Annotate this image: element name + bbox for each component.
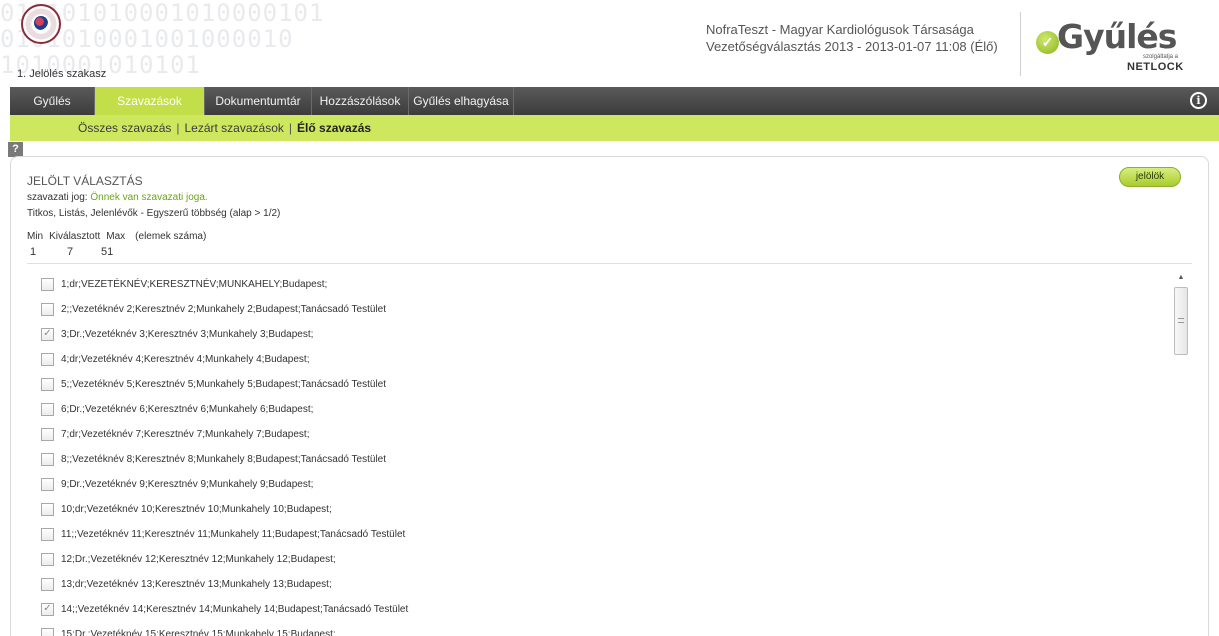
candidate-row[interactable]: 4;dr;Vezetéknév 4;Keresztnév 4;Munkahely… bbox=[41, 347, 310, 371]
scrollbar-thumb[interactable] bbox=[1174, 287, 1188, 355]
candidate-label: 5;;Vezetéknév 5;Keresztnév 5;Munkahely 5… bbox=[61, 378, 387, 390]
subnav-all-votes[interactable]: Összes szavazás bbox=[78, 121, 171, 135]
candidate-row[interactable]: 10;dr;Vezetéknév 10;Keresztnév 10;Munkah… bbox=[41, 497, 332, 521]
candidate-label: 13;dr;Vezetéknév 13;Keresztnév 13;Munkah… bbox=[61, 578, 332, 590]
candidate-row[interactable]: 6;Dr.;Vezetéknév 6;Keresztnév 6;Munkahel… bbox=[41, 397, 313, 421]
subnav-separator: | bbox=[288, 121, 293, 135]
candidate-row[interactable]: 15;Dr.;Vezetéknév 15;Keresztnév 15;Munka… bbox=[41, 622, 336, 636]
candidate-row[interactable]: 9;Dr.;Vezetéknév 9;Keresztnév 9;Munkahel… bbox=[41, 472, 313, 496]
candidate-row[interactable]: 14;;Vezetéknév 14;Keresztnév 14;Munkahel… bbox=[41, 597, 408, 621]
subnav-closed-votes[interactable]: Lezárt szavazások bbox=[185, 121, 284, 135]
candidate-checkbox[interactable] bbox=[41, 302, 54, 316]
check-icon: ✓ bbox=[1036, 31, 1059, 54]
candidate-row[interactable]: 7;dr;Vezetéknév 7;Keresztnév 7;Munkahely… bbox=[41, 422, 310, 446]
candidate-row[interactable]: 8;;Vezetéknév 8;Keresztnév 8;Munkahely 8… bbox=[41, 447, 386, 471]
candidate-row[interactable]: 1;dr;VEZETÉKNÉV;KERESZTNÉV;MUNKAHELY;Bud… bbox=[41, 272, 327, 296]
candidate-label: 1;dr;VEZETÉKNÉV;KERESZTNÉV;MUNKAHELY;Bud… bbox=[61, 278, 328, 290]
vote-right-info: szavazati jog: Önnek van szavazati joga. bbox=[27, 192, 208, 203]
tab-documents[interactable]: Dokumentumtár bbox=[205, 87, 312, 115]
selected-header: Kiválasztott bbox=[49, 231, 101, 242]
main-nav: Gyűlés Szavazások Dokumentumtár Hozzászó… bbox=[10, 87, 1219, 115]
phase-label: 1. Jelölés szakasz bbox=[17, 68, 107, 80]
max-header: Max bbox=[106, 231, 126, 242]
candidate-label: 15;Dr.;Vezetéknév 15;Keresztnév 15;Munka… bbox=[61, 628, 336, 636]
min-header: Min bbox=[27, 231, 44, 242]
candidate-checkbox[interactable] bbox=[41, 377, 54, 391]
meeting-session: Vezetőségválasztás 2013 - 2013-01-07 11:… bbox=[706, 39, 998, 54]
candidate-list-scrollbar[interactable]: ▲ bbox=[1174, 272, 1188, 636]
candidate-checkbox[interactable] bbox=[41, 577, 54, 591]
tab-leave-meeting[interactable]: Gyűlés elhagyása bbox=[409, 87, 514, 115]
candidate-checkbox[interactable] bbox=[41, 477, 54, 491]
candidate-checkbox[interactable] bbox=[41, 427, 54, 441]
meeting-organization: NofraTeszt - Magyar Kardiológusok Társas… bbox=[706, 22, 974, 37]
candidate-label: 3;Dr.;Vezetéknév 3;Keresztnév 3;Munkahel… bbox=[61, 328, 314, 340]
tab-comments[interactable]: Hozzászólások bbox=[312, 87, 409, 115]
brand-provider-label: szolgáltatja a bbox=[1142, 54, 1178, 60]
sub-nav: Összes szavazás | Lezárt szavazások | Élő sz… bbox=[10, 115, 1219, 141]
nominees-button[interactable]: jelölök bbox=[1119, 167, 1181, 187]
candidate-list: 1;dr;VEZETÉKNÉV;KERESZTNÉV;MUNKAHELY;Bud… bbox=[41, 272, 1171, 636]
grip-icon bbox=[1178, 318, 1184, 323]
candidate-checkbox[interactable] bbox=[41, 627, 54, 636]
candidate-label: 11;;Vezetéknév 11;Keresztnév 11;Munkahel… bbox=[61, 528, 406, 540]
vote-right-label: szavazati jog: bbox=[27, 192, 88, 203]
netlock-wordmark: NETLOCK bbox=[1127, 61, 1184, 73]
scroll-up-arrow-icon[interactable]: ▲ bbox=[1174, 272, 1188, 284]
society-seal-icon bbox=[21, 4, 61, 44]
vote-type: Titkos, Listás, Jelenlévők - Egyszerű tö… bbox=[27, 208, 281, 219]
selected-value: 7 bbox=[67, 246, 74, 258]
candidate-row[interactable]: 5;;Vezetéknév 5;Keresztnév 5;Munkahely 5… bbox=[41, 372, 386, 396]
candidate-label: 7;dr;Vezetéknév 7;Keresztnév 7;Munkahely… bbox=[61, 428, 310, 440]
vote-right-value: Önnek van szavazati joga. bbox=[90, 192, 208, 203]
subnav-live-vote[interactable]: Élő szavazás bbox=[297, 121, 371, 135]
candidate-label: 8;;Vezetéknév 8;Keresztnév 8;Munkahely 8… bbox=[61, 453, 387, 465]
info-icon[interactable]: i bbox=[1190, 92, 1207, 109]
candidate-checkbox[interactable] bbox=[41, 527, 54, 541]
candidate-label: 14;;Vezetéknév 14;Keresztnév 14;Munkahel… bbox=[61, 603, 409, 615]
candidate-checkbox[interactable] bbox=[41, 502, 54, 516]
app-header: 010101010001010000101 010101000100100001… bbox=[0, 0, 1219, 84]
tab-votes[interactable]: Szavazások bbox=[95, 87, 205, 115]
candidate-row[interactable]: 3;Dr.;Vezetéknév 3;Keresztnév 3;Munkahel… bbox=[41, 322, 313, 346]
candidate-label: 12;Dr.;Vezetéknév 12;Keresztnév 12;Munka… bbox=[61, 553, 336, 565]
tab-meeting[interactable]: Gyűlés bbox=[10, 87, 95, 115]
selection-limits-header: Min Kiválasztott Max (elemek száma) bbox=[27, 231, 206, 242]
subnav-separator: | bbox=[176, 121, 180, 135]
candidate-label: 4;dr;Vezetéknév 4;Keresztnév 4;Munkahely… bbox=[61, 353, 310, 365]
panel-divider bbox=[27, 263, 1192, 264]
items-count-note: (elemek száma) bbox=[135, 231, 207, 242]
candidate-label: 10;dr;Vezetéknév 10;Keresztnév 10;Munkah… bbox=[61, 503, 332, 515]
ballot-title: JELÖLT VÁLASZTÁS bbox=[27, 174, 143, 188]
brand-name: Gyűlés bbox=[1057, 17, 1177, 56]
gyules-logo: ✓ Gyűlés szolgáltatja a NETLOCK bbox=[1036, 18, 1186, 76]
candidate-row[interactable]: 13;dr;Vezetéknév 13;Keresztnév 13;Munkah… bbox=[41, 572, 332, 596]
candidate-row[interactable]: 2;;Vezetéknév 2;Keresztnév 2;Munkahely 2… bbox=[41, 297, 386, 321]
candidate-checkbox[interactable] bbox=[41, 552, 54, 566]
candidate-row[interactable]: 12;Dr.;Vezetéknév 12;Keresztnév 12;Munka… bbox=[41, 547, 336, 571]
header-divider bbox=[1020, 12, 1021, 76]
candidate-checkbox[interactable] bbox=[41, 602, 54, 616]
ballot-panel: JELÖLT VÁLASZTÁS jelölök szavazati jog: … bbox=[10, 156, 1209, 636]
help-icon[interactable]: ? bbox=[8, 142, 23, 157]
candidate-label: 6;Dr.;Vezetéknév 6;Keresztnév 6;Munkahel… bbox=[61, 403, 314, 415]
candidate-checkbox[interactable] bbox=[41, 402, 54, 416]
candidate-label: 9;Dr.;Vezetéknév 9;Keresztnév 9;Munkahel… bbox=[61, 478, 314, 490]
candidate-checkbox[interactable] bbox=[41, 327, 54, 341]
candidate-checkbox[interactable] bbox=[41, 277, 54, 291]
candidate-row[interactable]: 11;;Vezetéknév 11;Keresztnév 11;Munkahel… bbox=[41, 522, 405, 546]
max-value: 51 bbox=[101, 246, 114, 258]
candidate-checkbox[interactable] bbox=[41, 352, 54, 366]
candidate-label: 2;;Vezetéknév 2;Keresztnév 2;Munkahely 2… bbox=[61, 303, 387, 315]
min-value: 1 bbox=[30, 246, 37, 258]
meeting-info: NofraTeszt - Magyar Kardiológusok Társas… bbox=[706, 21, 998, 55]
candidate-checkbox[interactable] bbox=[41, 452, 54, 466]
